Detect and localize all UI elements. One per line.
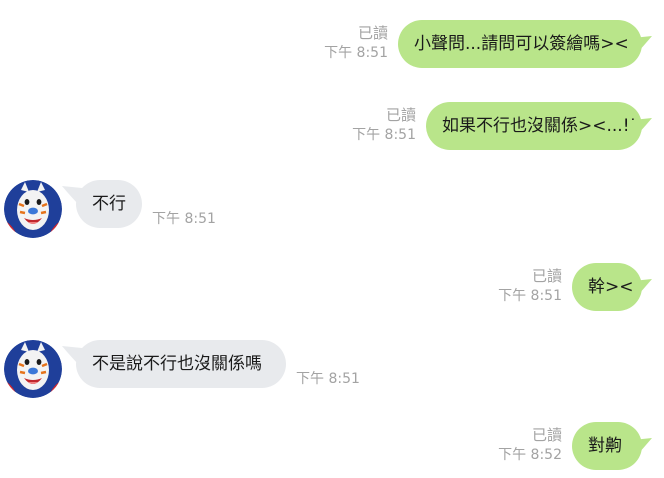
bubble-tail <box>632 279 652 301</box>
message-meta: 下午 8:51 <box>152 210 216 228</box>
message-bubble[interactable]: 小聲問...請問可以簽繪嗎>< <box>398 20 642 68</box>
message-text: 幹>< <box>588 277 634 297</box>
read-receipt: 已讀 <box>385 106 416 124</box>
bubble-tail <box>632 118 652 140</box>
message-time: 下午 8:52 <box>498 447 562 463</box>
message-time: 下午 8:51 <box>296 371 360 387</box>
message-row-outgoing: 已讀 下午 8:51 如果不行也沒關係><...!! <box>0 102 664 152</box>
tiger-mascot-avatar-icon[interactable] <box>4 180 62 238</box>
message-time: 下午 8:51 <box>498 288 562 304</box>
message-time: 下午 8:51 <box>324 45 388 61</box>
message-time: 下午 8:51 <box>152 211 216 227</box>
message-bubble[interactable]: 不是說不行也沒關係嗎 <box>76 340 286 388</box>
message-row-outgoing: 已讀 下午 8:51 幹>< <box>0 263 664 313</box>
message-meta: 下午 8:51 <box>296 370 360 388</box>
read-receipt: 已讀 <box>531 267 562 285</box>
message-meta: 已讀 下午 8:52 <box>498 426 562 464</box>
message-text: 小聲問...請問可以簽繪嗎>< <box>414 34 629 54</box>
message-meta: 已讀 下午 8:51 <box>498 267 562 305</box>
message-text: 不是說不行也沒關係嗎 <box>92 354 262 374</box>
read-receipt: 已讀 <box>357 24 388 42</box>
bubble-tail <box>632 438 652 460</box>
message-bubble[interactable]: 不行 <box>76 180 142 228</box>
message-row-incoming: 不是說不行也沒關係嗎 下午 8:51 <box>0 340 664 400</box>
message-time: 下午 8:51 <box>352 127 416 143</box>
tiger-mascot-avatar-icon[interactable] <box>4 340 62 398</box>
message-text: 如果不行也沒關係><...!! <box>442 116 637 136</box>
message-meta: 已讀 下午 8:51 <box>324 24 388 62</box>
read-receipt: 已讀 <box>531 426 562 444</box>
message-meta: 已讀 下午 8:51 <box>352 106 416 144</box>
message-row-outgoing: 已讀 下午 8:52 對齁 <box>0 422 664 472</box>
bubble-tail <box>632 36 652 58</box>
message-row-outgoing: 已讀 下午 8:51 小聲問...請問可以簽繪嗎>< <box>0 20 664 70</box>
message-text: 對齁 <box>588 436 622 456</box>
message-bubble[interactable]: 如果不行也沒關係><...!! <box>426 102 642 150</box>
message-row-incoming: 不行 下午 8:51 <box>0 180 664 240</box>
message-text: 不行 <box>92 194 126 214</box>
